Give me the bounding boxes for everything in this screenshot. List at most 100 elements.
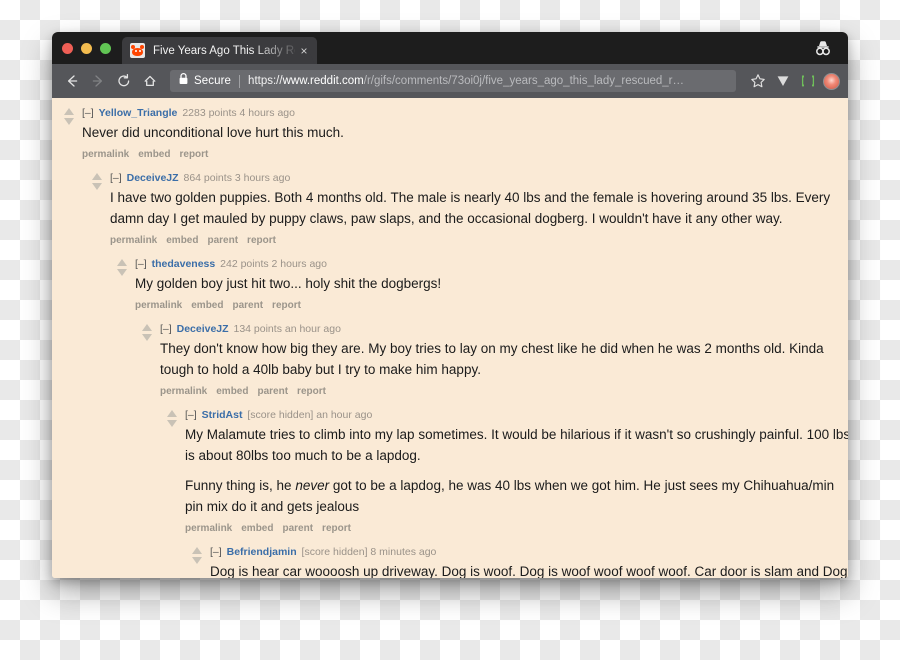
downvote-arrow-icon[interactable] — [91, 183, 102, 190]
downvote-arrow-icon[interactable] — [166, 420, 177, 427]
comment-action-embed[interactable]: embed — [166, 235, 198, 246]
upvote-arrow-icon[interactable] — [141, 324, 152, 331]
comment-action-permalink[interactable]: permalink — [135, 300, 182, 311]
comment-action-report[interactable]: report — [247, 235, 276, 246]
forward-arrow-icon[interactable] — [86, 69, 110, 93]
window-controls — [62, 43, 111, 54]
comment-body: My Malamute tries to climb into my lap s… — [185, 424, 848, 517]
vote-controls — [62, 108, 75, 125]
vote-controls — [140, 324, 153, 341]
collapse-toggle[interactable]: [–] — [210, 546, 222, 558]
comment-body: I have two golden puppies. Both 4 months… — [110, 187, 848, 229]
emphasised-word: never — [295, 478, 330, 493]
bracket-extension-icon[interactable] — [797, 70, 819, 92]
comment-action-permalink[interactable]: permalink — [185, 523, 232, 534]
comment-action-report[interactable]: report — [272, 300, 301, 311]
comment-action-permalink[interactable]: permalink — [160, 386, 207, 397]
upvote-arrow-icon[interactable] — [191, 547, 202, 554]
comment-tagline: [–] thedaveness 242 points 2 hours ago — [135, 257, 848, 271]
comment-tagline: [–] DeceiveJZ 134 points an hour ago — [160, 322, 848, 336]
url-host: www.reddit.com — [282, 75, 364, 87]
minimize-window-button[interactable] — [81, 43, 92, 54]
comment-paragraph: They don't know how big they are. My boy… — [160, 341, 824, 377]
comment-action-embed[interactable]: embed — [191, 300, 223, 311]
address-bar[interactable]: Secure https://www.reddit.com/r/gifs/com… — [170, 70, 736, 92]
comment-actions: permalink embed report — [82, 148, 848, 162]
reload-icon[interactable] — [112, 69, 136, 93]
comment-paragraph: My golden boy just hit two... holy shit … — [135, 276, 442, 291]
comment-action-parent[interactable]: parent — [257, 386, 288, 397]
collapse-toggle[interactable]: [–] — [110, 172, 122, 184]
reddit-comments-page: [–] Yellow_Triangle 2283 points 4 hours … — [52, 98, 848, 578]
comment-thread: [–] Yellow_Triangle 2283 points 4 hours … — [52, 106, 848, 578]
vote-controls — [190, 547, 203, 564]
comment: [–] DeceiveJZ 134 points an hour ago They… — [134, 322, 848, 399]
comment-author-link[interactable]: Befriendjamin — [227, 546, 297, 558]
comment: [–] thedaveness 242 points 2 hours ago My… — [109, 257, 848, 313]
tab-title: Five Years Ago This Lady Resc — [153, 44, 295, 57]
comment-score: 134 points an hour ago — [233, 323, 341, 335]
url-scheme: https:// — [248, 75, 283, 87]
collapse-toggle[interactable]: [–] — [160, 323, 172, 335]
collapse-toggle[interactable]: [–] — [82, 107, 94, 119]
comment-action-parent[interactable]: parent — [282, 523, 313, 534]
url-text: https://www.reddit.com/r/gifs/comments/7… — [248, 75, 684, 87]
comment-author-link[interactable]: Yellow_Triangle — [99, 107, 178, 119]
comment-paragraph: Dog is hear car woooosh up driveway. Dog… — [210, 564, 848, 578]
incognito-icon — [813, 39, 833, 58]
comment-action-parent[interactable]: parent — [207, 235, 238, 246]
url-path: /r/gifs/comments/73oi0j/five_years_ago_t… — [363, 75, 684, 87]
reddit-favicon-icon — [130, 43, 145, 58]
comment-author-link[interactable]: DeceiveJZ — [177, 323, 229, 335]
comment-author-link[interactable]: thedaveness — [152, 258, 216, 270]
upvote-arrow-icon[interactable] — [63, 108, 74, 115]
close-window-button[interactable] — [62, 43, 73, 54]
collapse-toggle[interactable]: [–] — [185, 409, 197, 421]
comment: [–] DeceiveJZ 864 points 3 hours ago I ha… — [84, 171, 848, 248]
downvote-arrow-icon[interactable] — [63, 118, 74, 125]
vote-controls — [115, 259, 128, 276]
comment-actions: permalink embed parent report — [185, 522, 848, 536]
comment-action-parent[interactable]: parent — [232, 300, 263, 311]
comment-action-permalink[interactable]: permalink — [82, 149, 129, 160]
maximize-window-button[interactable] — [100, 43, 111, 54]
downvote-arrow-icon[interactable] — [141, 334, 152, 341]
upvote-arrow-icon[interactable] — [116, 259, 127, 266]
profile-avatar-icon[interactable] — [823, 72, 840, 90]
comment-tagline: [–] Befriendjamin [score hidden] 8 minut… — [210, 545, 848, 559]
star-icon[interactable] — [747, 70, 769, 92]
comment-score: 242 points 2 hours ago — [220, 258, 327, 270]
comment-action-embed[interactable]: embed — [241, 523, 273, 534]
lock-icon — [178, 72, 189, 90]
comment-tagline: [–] StridAst [score hidden] an hour ago — [185, 408, 848, 422]
comment-author-link[interactable]: StridAst — [202, 409, 243, 421]
downvote-arrow-icon[interactable] — [191, 557, 202, 564]
comment-paragraph: My Malamute tries to climb into my lap s… — [185, 427, 848, 463]
comment-paragraph: I have two golden puppies. Both 4 months… — [110, 190, 831, 226]
home-icon[interactable] — [138, 69, 162, 93]
comment-action-embed[interactable]: embed — [216, 386, 248, 397]
comment-tagline: [–] DeceiveJZ 864 points 3 hours ago — [110, 171, 848, 185]
comment: [–] Befriendjamin [score hidden] 8 minut… — [184, 545, 848, 578]
comment-action-report[interactable]: report — [322, 523, 351, 534]
browser-tab[interactable]: Five Years Ago This Lady Resc × — [122, 37, 317, 64]
back-arrow-icon[interactable] — [60, 69, 84, 93]
downvote-arrow-icon[interactable] — [116, 269, 127, 276]
comment-action-embed[interactable]: embed — [138, 149, 170, 160]
comment-actions: permalink embed parent report — [110, 234, 848, 248]
comment-score: 864 points 3 hours ago — [183, 172, 291, 184]
comment-action-report[interactable]: report — [297, 386, 326, 397]
vote-controls — [165, 410, 178, 427]
omnibox-divider — [239, 74, 241, 88]
comment-actions: permalink embed parent report — [135, 299, 848, 313]
comment-author-link[interactable]: DeceiveJZ — [127, 172, 179, 184]
comment-action-permalink[interactable]: permalink — [110, 235, 157, 246]
comment-action-report[interactable]: report — [179, 149, 208, 160]
comment-paragraph: Never did unconditional love hurt this m… — [82, 125, 344, 140]
collapse-toggle[interactable]: [–] — [135, 258, 147, 270]
upvote-arrow-icon[interactable] — [91, 173, 102, 180]
close-tab-icon[interactable]: × — [297, 44, 311, 58]
comment-paragraph: Funny thing is, he never got to be a lap… — [185, 478, 835, 514]
v-extension-icon[interactable] — [772, 70, 794, 92]
upvote-arrow-icon[interactable] — [166, 410, 177, 417]
